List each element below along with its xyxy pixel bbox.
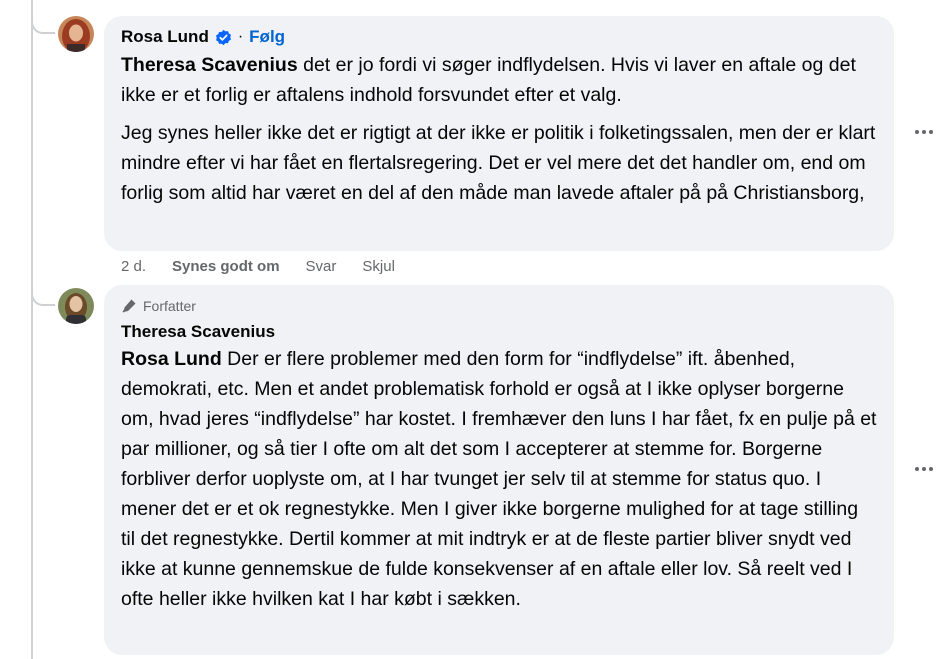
- comment-actions: 2 d. Synes godt om Svar Skjul: [121, 257, 421, 277]
- mention-link[interactable]: Theresa Scavenius: [121, 54, 298, 76]
- more-options-icon[interactable]: [910, 118, 938, 146]
- comment-bubble-theresa-scavenius: Forfatter Theresa Scavenius Rosa Lund De…: [104, 285, 894, 655]
- more-options-icon[interactable]: [910, 455, 938, 483]
- comment-paragraph-2: Jeg synes heller ikke det er rigtigt at …: [121, 122, 876, 204]
- author-badge-label: Forfatter: [143, 298, 196, 314]
- separator-dot: ·: [237, 28, 244, 45]
- comment-timestamp[interactable]: 2 d.: [121, 257, 146, 277]
- comment-author-name[interactable]: Rosa Lund: [121, 26, 209, 48]
- comment-paragraph-1: Theresa Scavenius det er jo fordi vi søg…: [121, 50, 877, 110]
- reply-button[interactable]: Svar: [306, 257, 337, 277]
- thread-line-vertical: [31, 0, 33, 659]
- verified-badge-icon: [215, 29, 231, 45]
- comment-text: Der er flere problemer med den form for …: [121, 348, 877, 610]
- like-button[interactable]: Synes godt om: [172, 257, 280, 277]
- comment-author-name[interactable]: Theresa Scavenius: [121, 321, 275, 343]
- thread-line-connector-1: [31, 0, 55, 34]
- pen-icon: [122, 299, 136, 313]
- comment-bubble-rosa-lund: Rosa Lund · Følg Theresa Scavenius det e…: [104, 16, 894, 251]
- follow-button[interactable]: Følg: [249, 27, 285, 47]
- thread-line-connector-2: [31, 270, 55, 306]
- author-badge: Forfatter: [121, 296, 877, 316]
- avatar-theresa-scavenius[interactable]: [58, 288, 94, 324]
- avatar-rosa-lund[interactable]: [58, 16, 94, 52]
- hide-button[interactable]: Skjul: [362, 257, 395, 277]
- comment-paragraph: Rosa Lund Der er flere problemer med den…: [121, 344, 877, 614]
- mention-link[interactable]: Rosa Lund: [121, 348, 222, 370]
